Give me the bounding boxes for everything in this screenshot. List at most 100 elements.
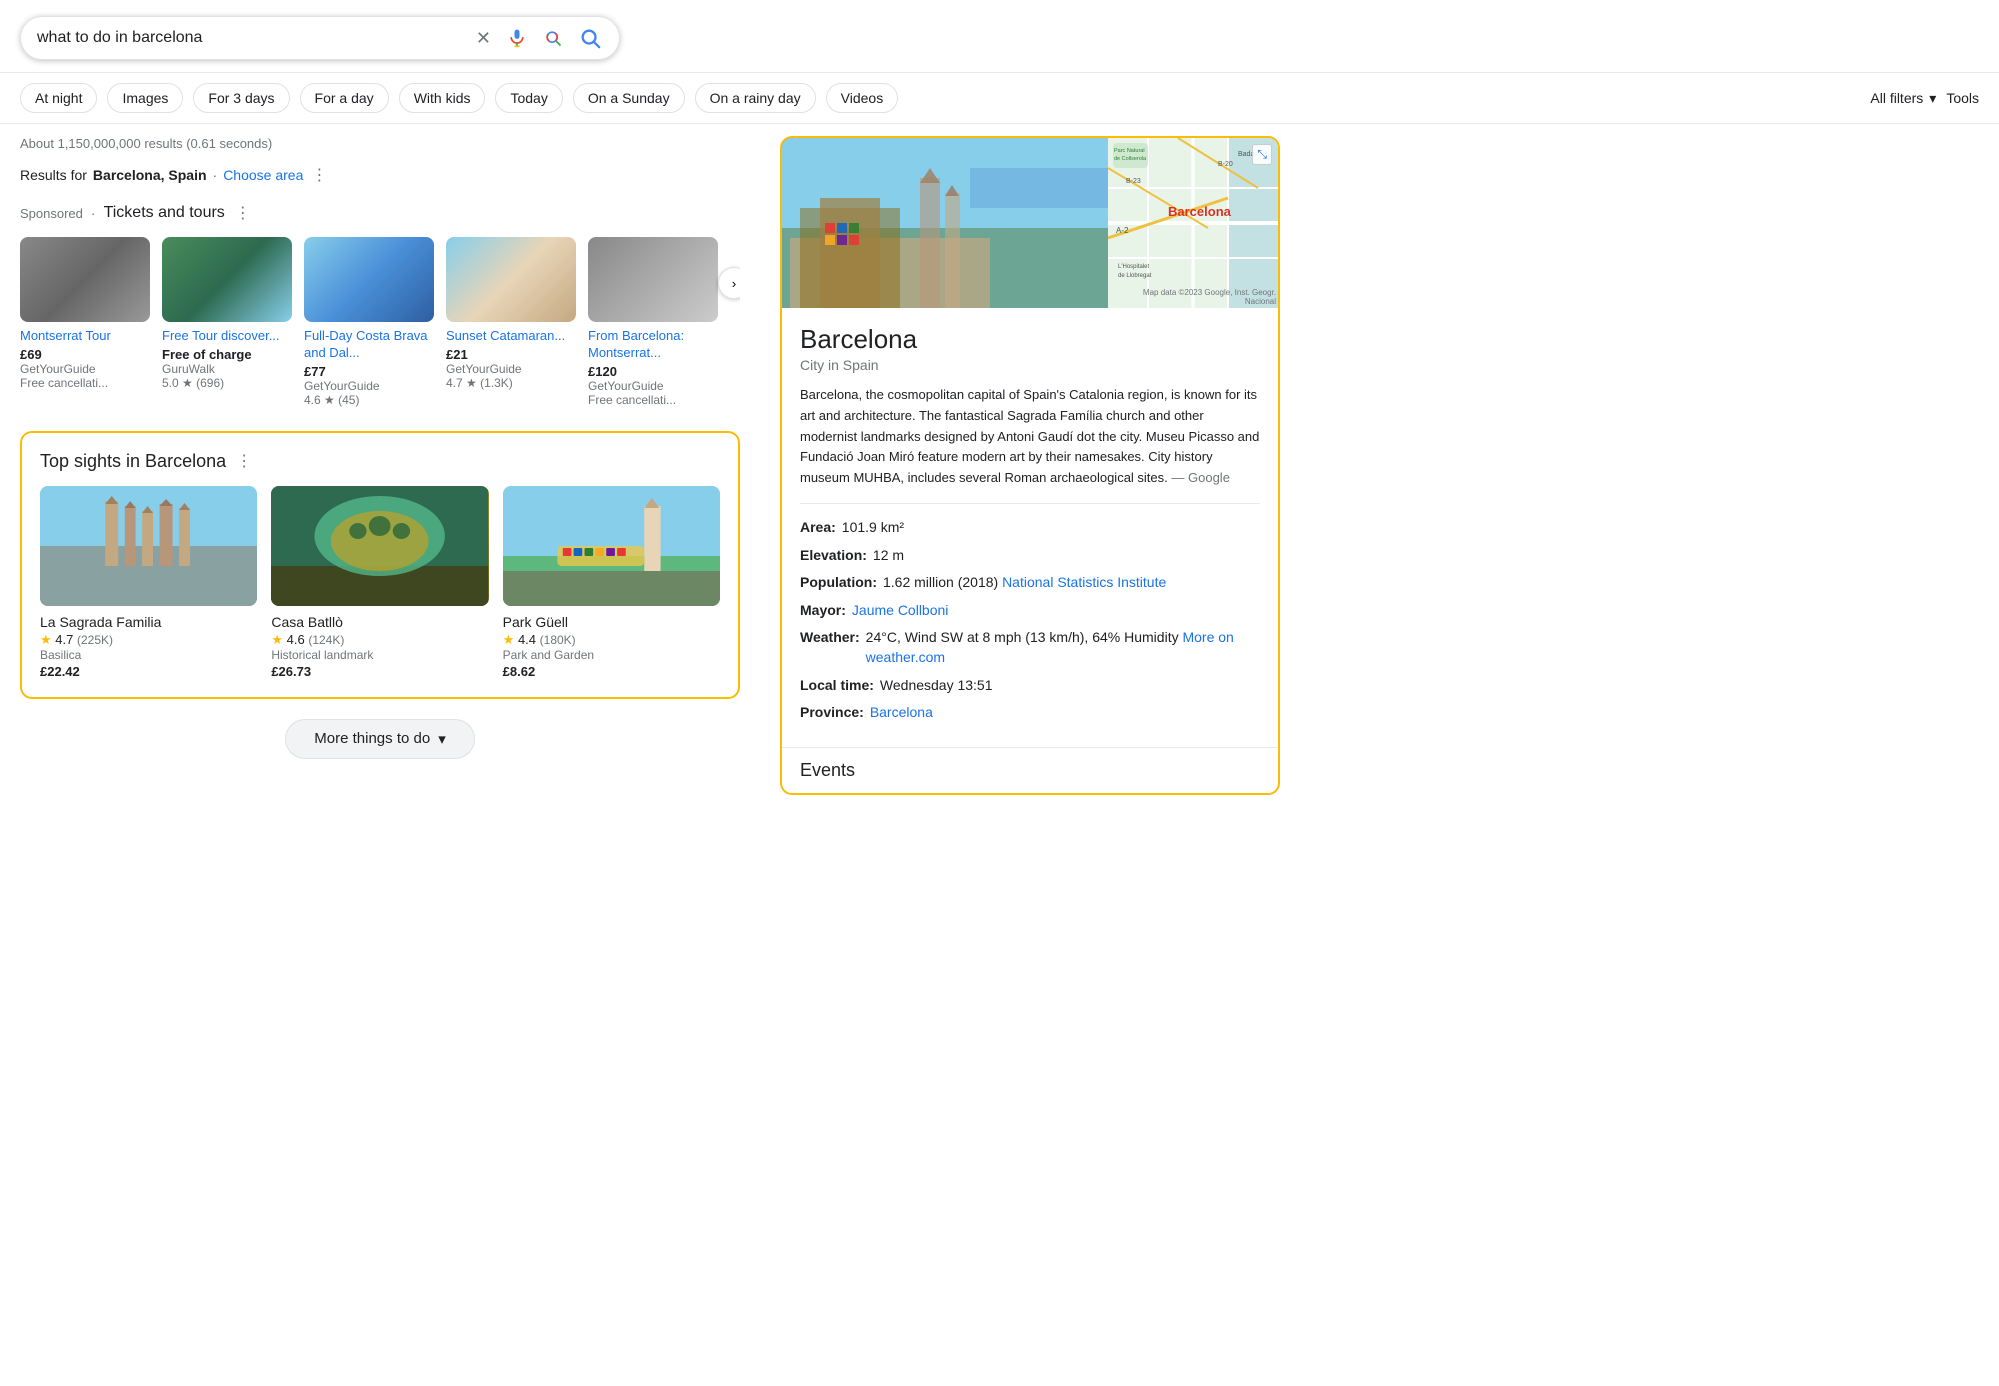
tour-card-provider-2: GuruWalk bbox=[162, 362, 292, 376]
chip-videos[interactable]: Videos bbox=[826, 83, 899, 113]
province-link[interactable]: Barcelona bbox=[870, 703, 933, 723]
star-icon: ★ bbox=[271, 632, 283, 647]
sight-image-sagrada bbox=[40, 486, 257, 606]
mic-button[interactable] bbox=[505, 26, 529, 50]
tour-card-title-5: From Barcelona: Montserrat... bbox=[588, 328, 718, 362]
fact-province: Province: Barcelona bbox=[800, 703, 1260, 723]
chip-at-night[interactable]: At night bbox=[20, 83, 97, 113]
location-bar: Results for Barcelona, Spain · Choose ar… bbox=[20, 165, 740, 185]
all-filters-button[interactable]: All filters ▾ bbox=[1870, 90, 1936, 107]
tour-card-title-4: Sunset Catamaran... bbox=[446, 328, 576, 345]
left-column: About 1,150,000,000 results (0.61 second… bbox=[20, 124, 780, 795]
chip-on-a-rainy-day[interactable]: On a rainy day bbox=[695, 83, 816, 113]
city-photo bbox=[782, 138, 1108, 308]
fact-mayor: Mayor: Jaume Collboni bbox=[800, 601, 1260, 621]
search-area: ✕ bbox=[0, 0, 1999, 73]
map-expand-button[interactable]: ⤡ bbox=[1252, 144, 1272, 165]
localtime-value: Wednesday 13:51 bbox=[880, 676, 993, 696]
sight-card-sagrada[interactable]: La Sagrada Familia ★ 4.7 (225K) Basilica… bbox=[40, 486, 257, 679]
sponsored-title: Tickets and tours bbox=[104, 204, 225, 222]
sponsored-more-icon[interactable]: ⋮ bbox=[235, 203, 251, 223]
sight-price-batllo: £26.73 bbox=[271, 664, 488, 679]
top-sights-header: Top sights in Barcelona ⋮ bbox=[40, 451, 720, 472]
tour-card-provider-5: GetYourGuide bbox=[588, 379, 718, 393]
svg-text:L'Hospitalet: L'Hospitalet bbox=[1118, 264, 1149, 270]
national-stats-link[interactable]: National Statistics Institute bbox=[1002, 573, 1166, 593]
more-things-label: More things to do bbox=[314, 730, 430, 747]
filter-bar: At night Images For 3 days For a day Wit… bbox=[0, 73, 1999, 124]
fact-population: Population: 1.62 million (2018) National… bbox=[800, 573, 1260, 593]
elevation-value: 12 m bbox=[873, 546, 904, 566]
info-panel-body: Barcelona City in Spain Barcelona, the c… bbox=[782, 308, 1278, 747]
results-for-label: Results for bbox=[20, 167, 87, 183]
tour-card-4[interactable]: Sunset Catamaran... £21 GetYourGuide 4.7… bbox=[446, 237, 576, 407]
population-label: Population: bbox=[800, 573, 877, 593]
events-title: Events bbox=[800, 760, 1260, 781]
tour-card-provider-3: GetYourGuide bbox=[304, 379, 434, 393]
fact-area: Area: 101.9 km² bbox=[800, 518, 1260, 538]
sponsored-header: Sponsored · Tickets and tours ⋮ bbox=[20, 203, 740, 223]
province-label: Province: bbox=[800, 703, 864, 723]
map-copyright: Map data ©2023 Google, Inst. Geogr. Naci… bbox=[1110, 288, 1276, 306]
sight-card-guell[interactable]: Park Güell ★ 4.4 (180K) Park and Garden … bbox=[503, 486, 720, 679]
tour-card-1[interactable]: Montserrat Tour £69 GetYourGuide Free ca… bbox=[20, 237, 150, 407]
tour-card-image-5 bbox=[588, 237, 718, 322]
top-sights-box: Top sights in Barcelona ⋮ bbox=[20, 431, 740, 699]
search-input[interactable] bbox=[37, 29, 474, 47]
city-name: Barcelona bbox=[800, 324, 1260, 355]
fact-elevation: Elevation: 12 m bbox=[800, 546, 1260, 566]
lens-button[interactable] bbox=[541, 26, 565, 50]
sight-name-batllo: Casa Batllò bbox=[271, 614, 488, 630]
tour-card-3[interactable]: Full-Day Costa Brava and Dal... £77 GetY… bbox=[304, 237, 434, 407]
right-column: A-2 B-20 B-23 Parc Natural de Collserola… bbox=[780, 124, 1280, 795]
chevron-down-icon: ▾ bbox=[438, 730, 446, 748]
info-panel: A-2 B-20 B-23 Parc Natural de Collserola… bbox=[780, 136, 1280, 795]
sponsored-label: Sponsored bbox=[20, 206, 83, 221]
sight-image-batllo bbox=[271, 486, 488, 606]
top-sights-more-icon[interactable]: ⋮ bbox=[236, 451, 252, 471]
more-options-icon[interactable]: ⋮ bbox=[311, 165, 327, 185]
search-icons: ✕ bbox=[474, 25, 603, 51]
tour-card-price-2: Free of charge bbox=[162, 347, 292, 362]
chevron-right-icon: › bbox=[732, 276, 736, 291]
sight-price-sagrada: £22.42 bbox=[40, 664, 257, 679]
chip-with-kids[interactable]: With kids bbox=[399, 83, 486, 113]
clear-button[interactable]: ✕ bbox=[474, 26, 493, 51]
star-icon: ★ bbox=[40, 632, 52, 647]
city-map[interactable]: A-2 B-20 B-23 Parc Natural de Collserola… bbox=[1108, 138, 1278, 308]
tour-card-image-1 bbox=[20, 237, 150, 322]
tour-card-title-2: Free Tour discover... bbox=[162, 328, 292, 345]
svg-text:A-2: A-2 bbox=[1116, 226, 1129, 235]
svg-text:B-23: B-23 bbox=[1126, 178, 1141, 185]
city-description: Barcelona, the cosmopolitan capital of S… bbox=[800, 385, 1260, 504]
tour-card-2[interactable]: Free Tour discover... Free of charge Gur… bbox=[162, 237, 292, 407]
chip-for-a-day[interactable]: For a day bbox=[300, 83, 389, 113]
more-things-wrap: More things to do ▾ bbox=[20, 719, 740, 759]
sight-name-sagrada: La Sagrada Familia bbox=[40, 614, 257, 630]
localtime-label: Local time: bbox=[800, 676, 874, 696]
mayor-label: Mayor: bbox=[800, 601, 846, 621]
sight-rating-batllo: ★ 4.6 (124K) bbox=[271, 632, 488, 648]
info-panel-map: A-2 B-20 B-23 Parc Natural de Collserola… bbox=[782, 138, 1278, 308]
chip-images[interactable]: Images bbox=[107, 83, 183, 113]
tour-card-note-3: 4.6 ★ (45) bbox=[304, 393, 434, 407]
chip-today[interactable]: Today bbox=[495, 83, 562, 113]
more-things-button[interactable]: More things to do ▾ bbox=[285, 719, 474, 759]
choose-area-link[interactable]: Choose area bbox=[223, 167, 303, 183]
mayor-link[interactable]: Jaume Collboni bbox=[852, 601, 949, 621]
search-button[interactable] bbox=[577, 25, 603, 51]
tour-card-5[interactable]: From Barcelona: Montserrat... £120 GetYo… bbox=[588, 237, 718, 407]
elevation-label: Elevation: bbox=[800, 546, 867, 566]
search-bar: ✕ bbox=[20, 16, 620, 60]
carousel-next-button[interactable]: › bbox=[718, 267, 740, 299]
sight-card-batllo[interactable]: Casa Batllò ★ 4.6 (124K) Historical land… bbox=[271, 486, 488, 679]
tools-button[interactable]: Tools bbox=[1946, 90, 1979, 106]
svg-text:B-20: B-20 bbox=[1218, 161, 1233, 168]
sight-price-guell: £8.62 bbox=[503, 664, 720, 679]
tour-card-provider-4: GetYourGuide bbox=[446, 362, 576, 376]
location-name: Barcelona, Spain bbox=[93, 167, 207, 183]
area-value: 101.9 km² bbox=[842, 518, 904, 538]
chip-on-a-sunday[interactable]: On a Sunday bbox=[573, 83, 685, 113]
chip-for-3-days[interactable]: For 3 days bbox=[193, 83, 289, 113]
main-layout: About 1,150,000,000 results (0.61 second… bbox=[0, 124, 1300, 795]
